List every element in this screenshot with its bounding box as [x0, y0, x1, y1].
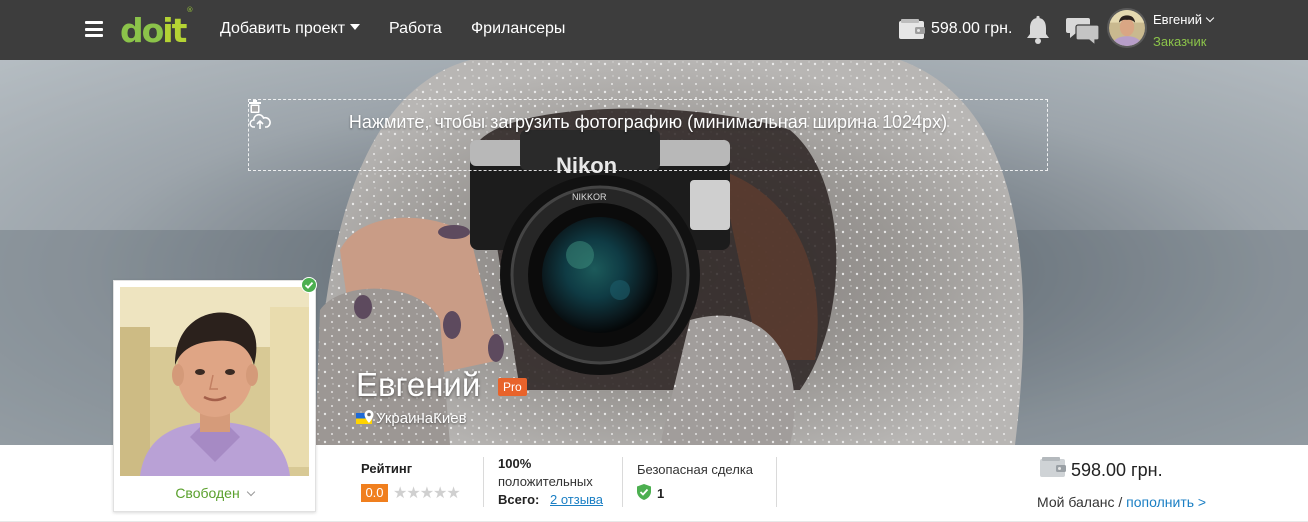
- bell-icon[interactable]: [1025, 15, 1051, 45]
- positive-percent: 100%: [498, 456, 532, 471]
- user-role: Заказчик: [1153, 34, 1207, 49]
- trash-icon[interactable]: [249, 100, 261, 113]
- profile-photo[interactable]: [120, 287, 309, 476]
- chevron-down-icon: [246, 487, 255, 497]
- profile-city: Киев: [433, 410, 467, 427]
- reviews-link[interactable]: 2 отзыва: [550, 492, 603, 507]
- nav-freelancers[interactable]: Фрилансеры: [471, 20, 565, 38]
- cloud-upload-icon: [249, 113, 271, 129]
- user-name: Евгений: [1153, 12, 1202, 27]
- pro-badge: Pro: [498, 378, 527, 396]
- stats-divider: [776, 457, 777, 507]
- logo-registered-mark: ®: [186, 6, 194, 14]
- top-navbar: doit® Добавить проект Работа Фрилансеры …: [0, 0, 1308, 60]
- nav-add-project-label: Добавить проект: [220, 20, 346, 37]
- chevron-down-icon: [1205, 13, 1215, 23]
- cover-upload-hint[interactable]: Нажмите, чтобы загрузить фотографию (мин…: [249, 112, 1047, 133]
- caret-down-icon: [350, 24, 361, 30]
- logo-part-it: it: [162, 11, 187, 50]
- balance-caption: Мой баланс / пополнить >: [1037, 494, 1206, 510]
- header-balance[interactable]: 598.00 грн.: [931, 20, 1012, 38]
- availability-status[interactable]: Свободен: [114, 485, 315, 501]
- user-menu[interactable]: Евгений: [1153, 12, 1215, 27]
- menu-icon[interactable]: [85, 21, 103, 37]
- availability-label: Свободен: [175, 485, 240, 501]
- wallet-icon: [1040, 457, 1066, 477]
- safe-deal-count: 1: [657, 486, 665, 501]
- cover-upload-area[interactable]: Нажмите, чтобы загрузить фотографию (мин…: [248, 99, 1048, 171]
- shield-check-icon: [637, 484, 651, 500]
- upload-hint-text: Нажмите, чтобы загрузить фотографию (мин…: [348, 112, 948, 132]
- profile-photo-card: Свободен: [113, 280, 316, 512]
- rating-value-badge: 0.0: [361, 484, 388, 502]
- rating-stars: ★★★★★: [393, 485, 461, 502]
- reviews-total-label: Всего:: [498, 492, 540, 507]
- chat-icon[interactable]: [1066, 15, 1100, 45]
- wallet-icon: [899, 19, 925, 39]
- lens-brand-text: NIKKOR: [572, 192, 607, 202]
- user-avatar-image: [1109, 10, 1145, 46]
- balance-label: Мой баланс: [1037, 494, 1115, 510]
- avatar[interactable]: [1107, 8, 1147, 48]
- profile-name: Евгений: [356, 366, 481, 403]
- topup-link[interactable]: пополнить >: [1126, 494, 1206, 510]
- logo[interactable]: doit®: [120, 6, 193, 50]
- stats-divider: [622, 457, 623, 507]
- profile-location: Украина Киев: [356, 410, 467, 427]
- balance-separator: /: [1114, 494, 1127, 510]
- safe-deal-label: Безопасная сделка: [637, 462, 754, 477]
- positive-label: положительных: [498, 474, 593, 489]
- profile-photo-image: [120, 287, 309, 476]
- profile-country: Украина: [376, 410, 434, 427]
- rating-label: Рейтинг: [361, 461, 413, 476]
- balance-amount: 598.00 грн.: [1071, 460, 1163, 480]
- nav-add-project[interactable]: Добавить проект: [220, 20, 361, 38]
- stats-divider: [483, 457, 484, 507]
- profile-page: doit® Добавить проект Работа Фрилансеры …: [0, 0, 1308, 522]
- map-pin-icon: [364, 410, 374, 423]
- logo-part-do: do: [120, 11, 164, 50]
- nav-work[interactable]: Работа: [389, 20, 442, 38]
- verified-icon: [301, 277, 317, 293]
